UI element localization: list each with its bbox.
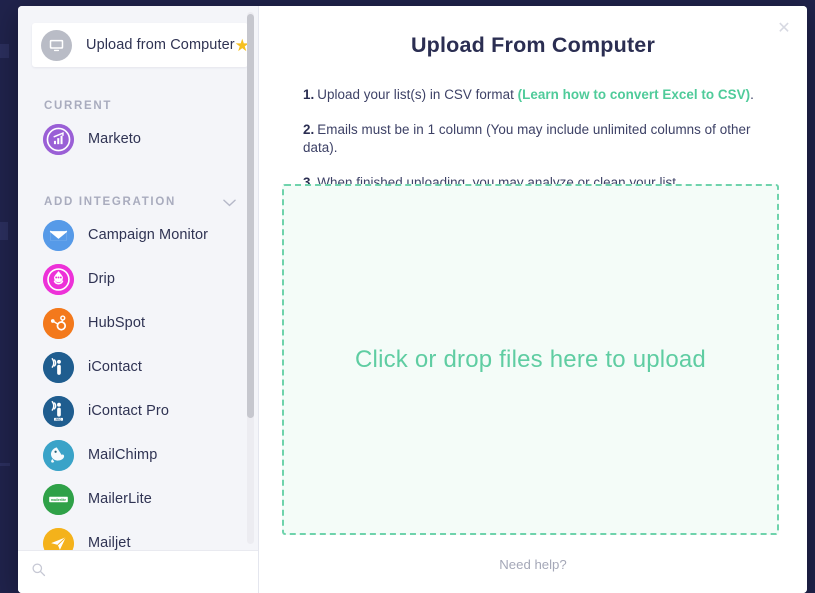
sidebar-item-mailjet[interactable]: Mailjet [18, 521, 258, 550]
instructions-list: 1. Upload your list(s) in CSV format (Lea… [303, 86, 781, 192]
sidebar-item-campaign-monitor[interactable]: Campaign Monitor [18, 213, 258, 257]
sidebar-item-label: iContact Pro [88, 403, 169, 419]
sidebar-item-label: Marketo [88, 131, 142, 147]
sidebar-item-label: HubSpot [88, 315, 146, 331]
step-text: Emails must be in 1 column (You may incl… [303, 122, 751, 156]
sidebar-item-label: MailerLite [88, 491, 152, 507]
sidebar-scrollbar-thumb[interactable] [247, 14, 254, 418]
mailchimp-icon [43, 439, 74, 471]
upload-modal: Upload from Computer ★ CURRENT Marketo A… [18, 6, 807, 593]
marketo-icon [43, 123, 74, 155]
backdrop-stripe [0, 44, 9, 58]
icontact-pro-icon: PRO [43, 395, 74, 427]
dropzone-label: Click or drop files here to upload [355, 345, 706, 373]
mailjet-icon [43, 527, 74, 550]
sidebar-item-label: iContact [88, 359, 142, 375]
sidebar-item-icontact[interactable]: iContact [18, 345, 258, 389]
sidebar-item-label: Drip [88, 271, 115, 287]
sidebar-section-current: CURRENT [18, 95, 258, 117]
sidebar-item-marketo[interactable]: Marketo [18, 117, 258, 161]
sidebar-item-label: Mailjet [88, 535, 131, 550]
file-dropzone[interactable]: Click or drop files here to upload [282, 184, 779, 535]
step-number: 1. [303, 87, 315, 102]
sidebar-section-label: ADD INTEGRATION [44, 196, 176, 208]
sidebar-item-mailchimp[interactable]: MailChimp [18, 433, 258, 477]
instruction-step: 2. Emails must be in 1 column (You may in… [303, 121, 781, 157]
backdrop-stripe [0, 463, 10, 466]
svg-text:mailerlite: mailerlite [51, 497, 66, 501]
convert-excel-to-csv-link[interactable]: (Learn how to convert Excel to CSV) [518, 87, 750, 102]
hubspot-icon [43, 307, 74, 339]
chevron-down-icon[interactable] [223, 196, 236, 209]
sidebar-item-label: Campaign Monitor [88, 227, 209, 243]
sidebar-item-hubspot[interactable]: HubSpot [18, 301, 258, 345]
page-title: Upload From Computer [410, 33, 656, 57]
sidebar-item-upload-from-computer[interactable]: Upload from Computer ★ [32, 23, 250, 67]
monitor-icon [41, 29, 72, 61]
sidebar-item-drip[interactable]: Drip [18, 257, 258, 301]
need-help-link[interactable]: Need help? [259, 557, 807, 572]
mailerlite-icon: mailerlite [43, 483, 74, 515]
icontact-icon [43, 351, 74, 383]
campaign-monitor-icon [43, 219, 74, 251]
sidebar-scroll-area[interactable]: Upload from Computer ★ CURRENT Marketo A… [18, 6, 258, 550]
search-input[interactable] [54, 564, 234, 580]
step-text: Upload your list(s) in CSV format [317, 87, 518, 102]
sidebar-item-label: Upload from Computer [86, 37, 235, 53]
upload-panel: ✕ Upload From Computer 1. Upload your lis… [259, 6, 807, 593]
close-icon[interactable]: ✕ [775, 20, 793, 38]
sidebar-section-label: CURRENT [44, 100, 113, 112]
step-text-after: . [750, 87, 754, 102]
drip-icon [43, 263, 74, 295]
backdrop-stripe [0, 222, 8, 240]
sidebar-search-bar[interactable] [18, 550, 258, 593]
sidebar-section-add-integration[interactable]: ADD INTEGRATION [18, 191, 258, 213]
sidebar-item-icontact-pro[interactable]: PRO iContact Pro [18, 389, 258, 433]
step-number: 2. [303, 122, 315, 138]
sidebar-scrollbar-track[interactable] [247, 12, 254, 544]
integrations-sidebar: Upload from Computer ★ CURRENT Marketo A… [18, 6, 259, 593]
search-icon [31, 562, 46, 582]
instruction-step: 1. Upload your list(s) in CSV format (Lea… [303, 86, 781, 104]
sidebar-item-label: MailChimp [88, 447, 158, 463]
svg-text:PRO: PRO [56, 417, 62, 421]
sidebar-item-mailerlite[interactable]: mailerlite MailerLite [18, 477, 258, 521]
